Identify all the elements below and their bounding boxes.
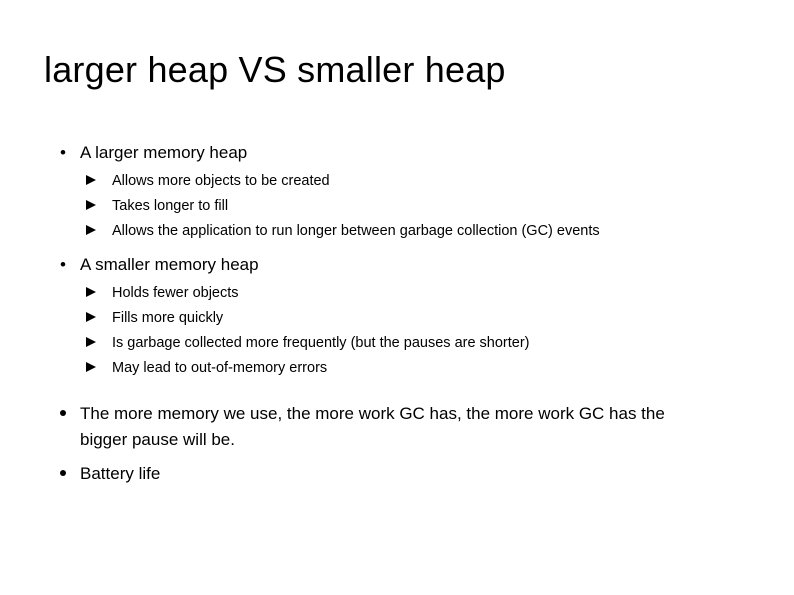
presentation-slide: larger heap VS smaller heap • A larger m… [0,0,794,595]
page-title: larger heap VS smaller heap [44,49,506,90]
bullet-group-larger-heap: • A larger memory heap Allows more objec… [0,140,794,244]
sub-bullet-item: Is garbage collected more frequently (bu… [0,331,794,356]
arrowhead-bullet-icon [86,356,104,381]
arrowhead-bullet-icon [86,169,104,194]
footer-bullet-label: The more memory we use, the more work GC… [80,404,665,449]
bullet-item-smaller-heap: • A smaller memory heap [0,252,794,278]
arrowhead-bullet-icon [86,331,104,356]
arrowhead-bullet-icon [86,306,104,331]
footer-bullet-label: Battery life [80,464,161,483]
sub-bullet-item: Holds fewer objects [0,281,794,306]
arrowhead-bullet-icon [86,219,104,244]
bullet-dot-icon: • [60,255,66,274]
bullet-dot-icon: • [60,143,66,162]
sub-bullet-item: Allows more objects to be created [0,169,794,194]
sub-bullet-label: Holds fewer objects [112,285,239,301]
sub-bullet-label: Takes longer to fill [112,198,229,214]
bullet-item-larger-heap: • A larger memory heap [0,140,794,166]
sub-bullet-label: Is garbage collected more frequently (bu… [112,335,530,351]
bullet-label: A larger memory heap [80,143,248,162]
bullet-group-smaller-heap: • A smaller memory heap Holds fewer obje… [0,252,794,381]
sub-bullet-item: Fills more quickly [0,306,794,331]
bullet-label: A smaller memory heap [80,255,259,274]
sub-bullet-label: Fills more quickly [112,310,224,326]
footer-bullet-item: Battery life [0,461,794,487]
sub-bullet-item: May lead to out-of-memory errors [0,356,794,381]
slide-body: • A larger memory heap Allows more objec… [0,140,794,381]
arrowhead-bullet-icon [86,281,104,306]
footer-bullet-item: The more memory we use, the more work GC… [0,401,794,453]
sub-bullet-label: May lead to out-of-memory errors [112,360,328,376]
sub-bullet-item: Takes longer to fill [0,194,794,219]
sub-bullet-label: Allows more objects to be created [112,173,330,189]
sub-bullet-label: Allows the application to run longer bet… [112,223,600,239]
round-bullet-icon [60,461,66,487]
round-bullet-icon [60,401,66,427]
slide-footer-points: The more memory we use, the more work GC… [0,401,794,487]
arrowhead-bullet-icon [86,194,104,219]
sub-bullet-item: Allows the application to run longer bet… [0,219,794,244]
